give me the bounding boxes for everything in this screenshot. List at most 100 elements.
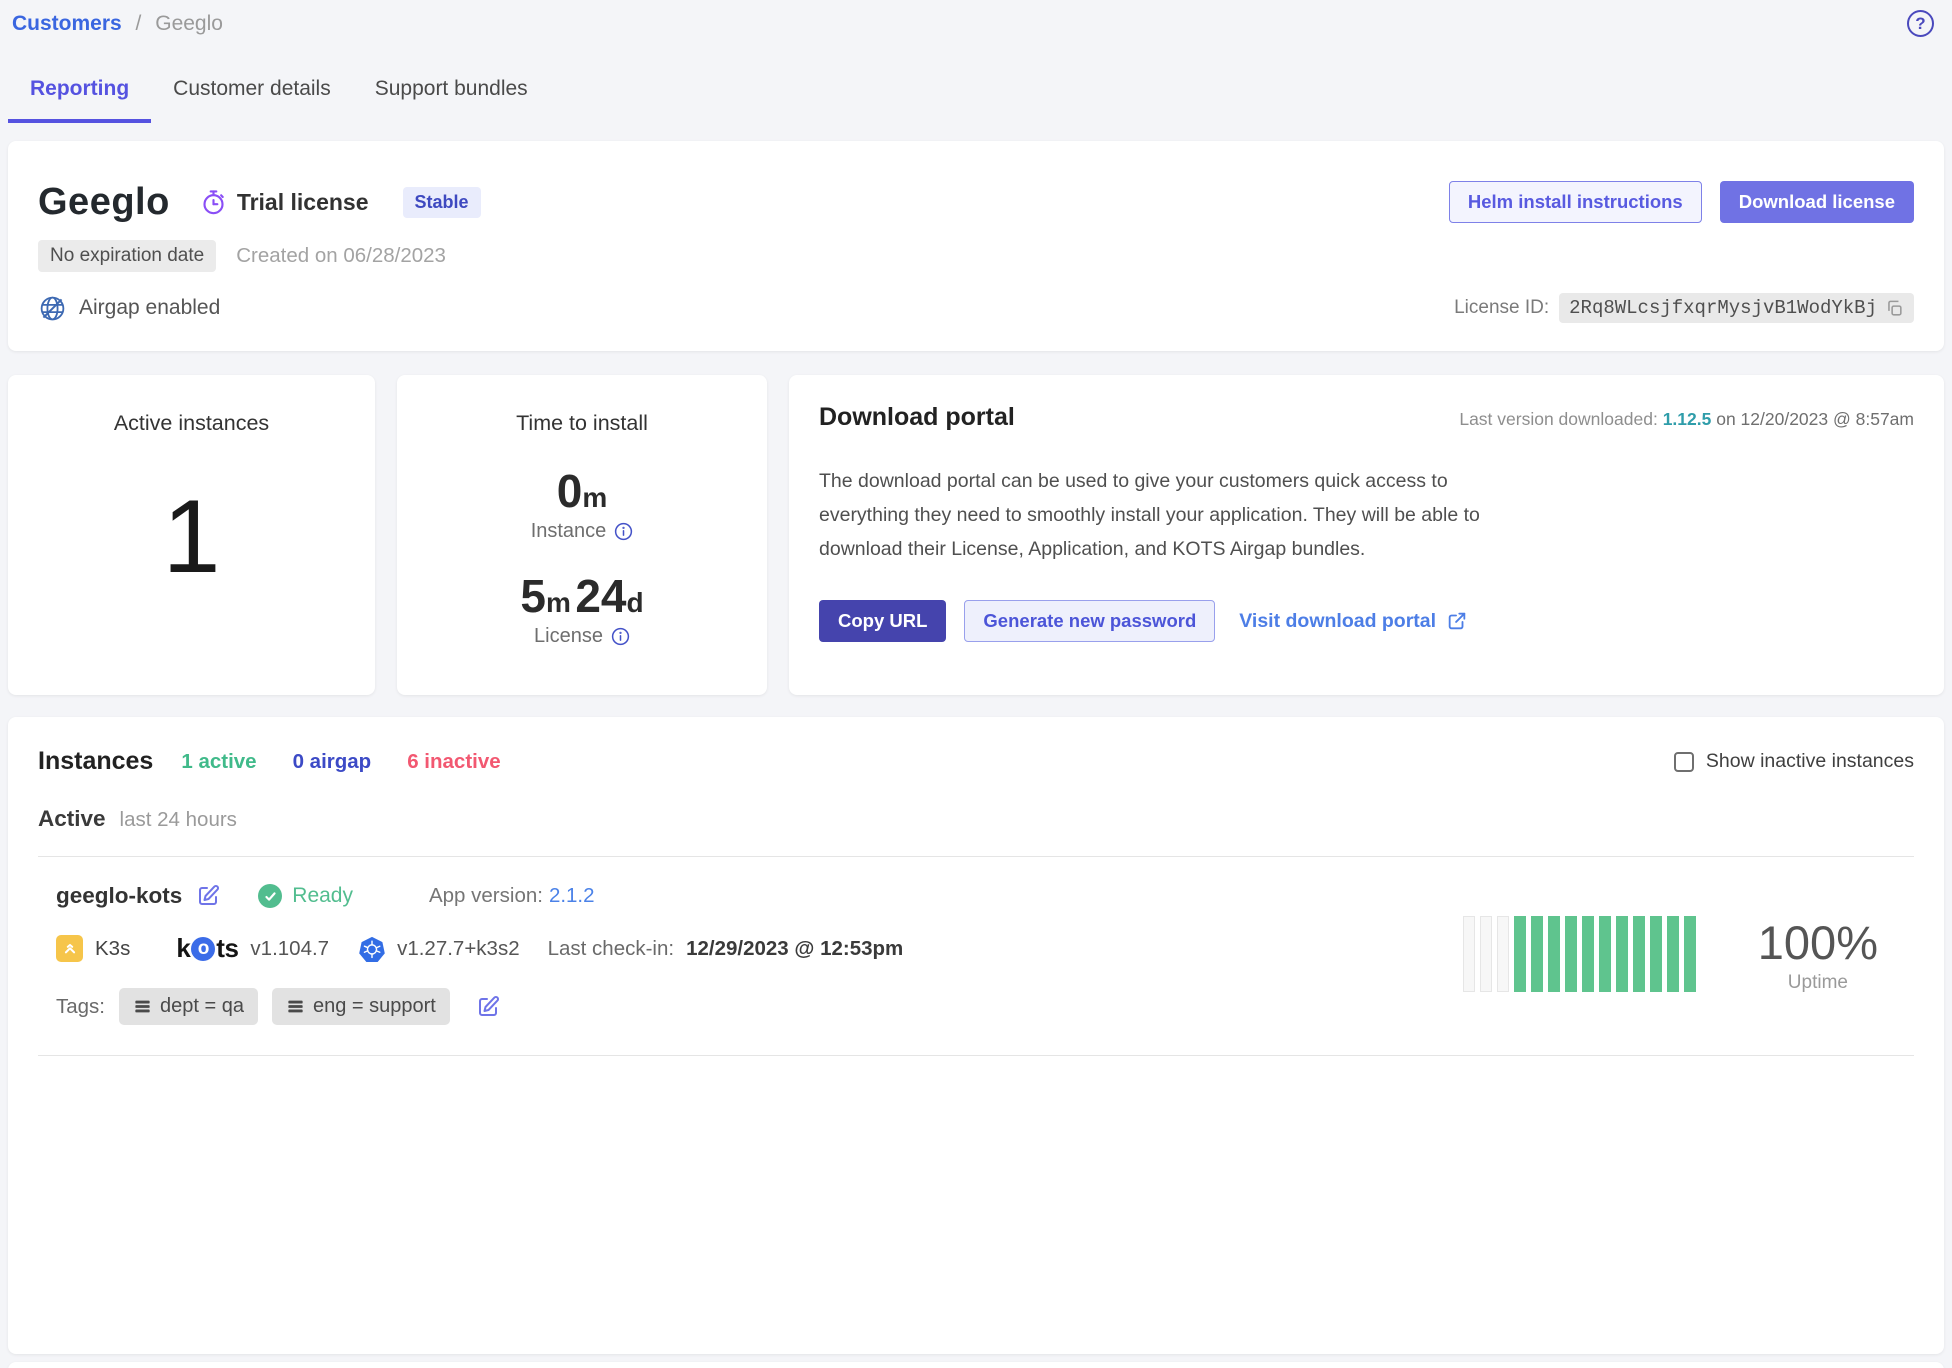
uptime-bar <box>1616 916 1628 992</box>
instance-status: Ready <box>292 884 353 908</box>
copy-icon[interactable] <box>1885 299 1904 318</box>
channel-badge: Stable <box>403 187 481 218</box>
instance-time-unit: m <box>582 482 607 513</box>
license-id-label: License ID: <box>1454 297 1549 319</box>
customer-name: Geeglo <box>38 181 170 224</box>
show-inactive-label: Show inactive instances <box>1706 750 1914 773</box>
license-id-value: 2Rq8WLcsjfxqrMysjvB1WodYkBj <box>1559 293 1914 323</box>
help-icon[interactable]: ? <box>1907 10 1934 37</box>
inactive-count: 6 inactive <box>407 750 500 774</box>
customer-reporting-page: Customers / Geeglo ? Reporting Customer … <box>0 0 1952 1368</box>
visit-download-portal-link[interactable]: Visit download portal <box>1239 610 1468 633</box>
tag-label: dept = qa <box>160 995 244 1018</box>
uptime-bar <box>1497 916 1509 992</box>
breadcrumb-separator: / <box>136 12 142 35</box>
uptime-bar <box>1633 916 1645 992</box>
k3s-icon <box>56 935 83 962</box>
license-id-text: 2Rq8WLcsjfxqrMysjvB1WodYkBj <box>1569 297 1877 319</box>
airgap-enabled-label: Airgap enabled <box>79 296 220 320</box>
breadcrumb-current: Geeglo <box>155 12 223 35</box>
kots-version: v1.104.7 <box>250 937 329 961</box>
k8s-version: v1.27.7+k3s2 <box>397 937 520 961</box>
last-checkin-label: Last check-in: <box>548 937 674 961</box>
last-version-label: Last version downloaded: <box>1459 409 1657 429</box>
uptime-bar <box>1565 916 1577 992</box>
uptime-label: Uptime <box>1758 972 1878 994</box>
app-version-label: App version: <box>429 884 543 907</box>
tab-customer-details[interactable]: Customer details <box>151 67 353 123</box>
license-time-value2: 24 <box>575 570 626 622</box>
tag-label: eng = support <box>313 995 436 1018</box>
airgap-count: 0 airgap <box>293 750 372 774</box>
divider <box>38 856 1914 857</box>
app-version-link[interactable]: 2.1.2 <box>549 884 595 907</box>
uptime-bar <box>1480 916 1492 992</box>
last-version-suffix: on 12/20/2023 @ 8:57am <box>1716 409 1914 429</box>
edit-icon[interactable] <box>196 884 220 908</box>
tags-label: Tags: <box>56 995 105 1019</box>
airgap-globe-icon <box>38 294 67 323</box>
license-summary-card: Geeglo Trial license Stable Helm i <box>8 141 1944 351</box>
external-link-icon <box>1446 610 1468 632</box>
active-instances-value: 1 <box>8 478 375 597</box>
active-section-label: Active <box>38 806 106 832</box>
uptime-bars <box>1463 916 1696 992</box>
uptime-bar <box>1463 916 1475 992</box>
tab-reporting[interactable]: Reporting <box>8 67 151 123</box>
tag-pill[interactable]: dept = qa <box>119 988 258 1025</box>
show-inactive-checkbox[interactable] <box>1674 752 1694 772</box>
license-type-label: Trial license <box>237 189 369 216</box>
download-portal-card: Download portal Last version downloaded:… <box>789 375 1944 695</box>
uptime-bar <box>1514 916 1526 992</box>
uptime-bar <box>1650 916 1662 992</box>
edit-tags-icon[interactable] <box>476 995 500 1019</box>
instances-title: Instances <box>38 747 153 776</box>
license-time-label: License <box>534 625 603 648</box>
active-section-range: last 24 hours <box>120 808 237 832</box>
download-license-button[interactable]: Download license <box>1720 181 1914 223</box>
tab-bar: Reporting Customer details Support bundl… <box>8 67 1944 123</box>
kots-logo-o: o <box>191 937 215 961</box>
tag-rows-icon <box>286 997 305 1016</box>
expiration-badge: No expiration date <box>38 240 216 272</box>
license-install-time: 5m 24d <box>397 569 767 623</box>
time-to-install-card: Time to install 0m Instance 5m 24d Licen… <box>397 375 767 695</box>
generate-new-password-button[interactable]: Generate new password <box>964 600 1215 642</box>
active-instances-card: Active instances 1 <box>8 375 375 695</box>
kots-logo: kots <box>176 933 238 964</box>
kots-logo-ts: ts <box>216 933 238 964</box>
tag-rows-icon <box>133 997 152 1016</box>
copy-url-button[interactable]: Copy URL <box>819 600 946 642</box>
metrics-row: Active instances 1 Time to install 0m In… <box>8 375 1944 695</box>
check-icon <box>258 884 282 908</box>
info-icon[interactable] <box>611 627 630 646</box>
download-portal-description: The download portal can be used to give … <box>819 464 1529 566</box>
instance-time-value: 0 <box>557 465 583 517</box>
breadcrumb-customers-link[interactable]: Customers <box>12 12 122 35</box>
uptime-bar <box>1582 916 1594 992</box>
next-card-sliver <box>8 1362 1944 1368</box>
time-to-install-title: Time to install <box>397 411 767 436</box>
instances-card: Instances 1 active 0 airgap 6 inactive S… <box>8 717 1944 1354</box>
license-time-value1: 5 <box>520 570 546 622</box>
last-version-downloaded: Last version downloaded: 1.12.5 on 12/20… <box>1459 409 1914 430</box>
license-time-unit2: d <box>627 587 644 618</box>
uptime-bar <box>1599 916 1611 992</box>
divider <box>38 1055 1914 1056</box>
helm-install-instructions-button[interactable]: Helm install instructions <box>1449 181 1702 223</box>
last-version-link[interactable]: 1.12.5 <box>1663 409 1712 429</box>
uptime-bar <box>1531 916 1543 992</box>
uptime-bar <box>1684 916 1696 992</box>
visit-download-portal-label: Visit download portal <box>1239 610 1436 633</box>
active-count: 1 active <box>181 750 256 774</box>
active-instances-title: Active instances <box>8 411 375 436</box>
tab-support-bundles[interactable]: Support bundles <box>353 67 550 123</box>
kubernetes-icon <box>359 936 385 962</box>
instance-time-label: Instance <box>531 520 607 543</box>
last-checkin-value: 12/29/2023 @ 12:53pm <box>686 937 903 961</box>
license-time-unit1: m <box>546 587 571 618</box>
tag-pill[interactable]: eng = support <box>272 988 450 1025</box>
info-icon[interactable] <box>614 522 633 541</box>
top-bar: Customers / Geeglo ? <box>8 8 1944 37</box>
uptime-value: 100% <box>1758 915 1878 970</box>
